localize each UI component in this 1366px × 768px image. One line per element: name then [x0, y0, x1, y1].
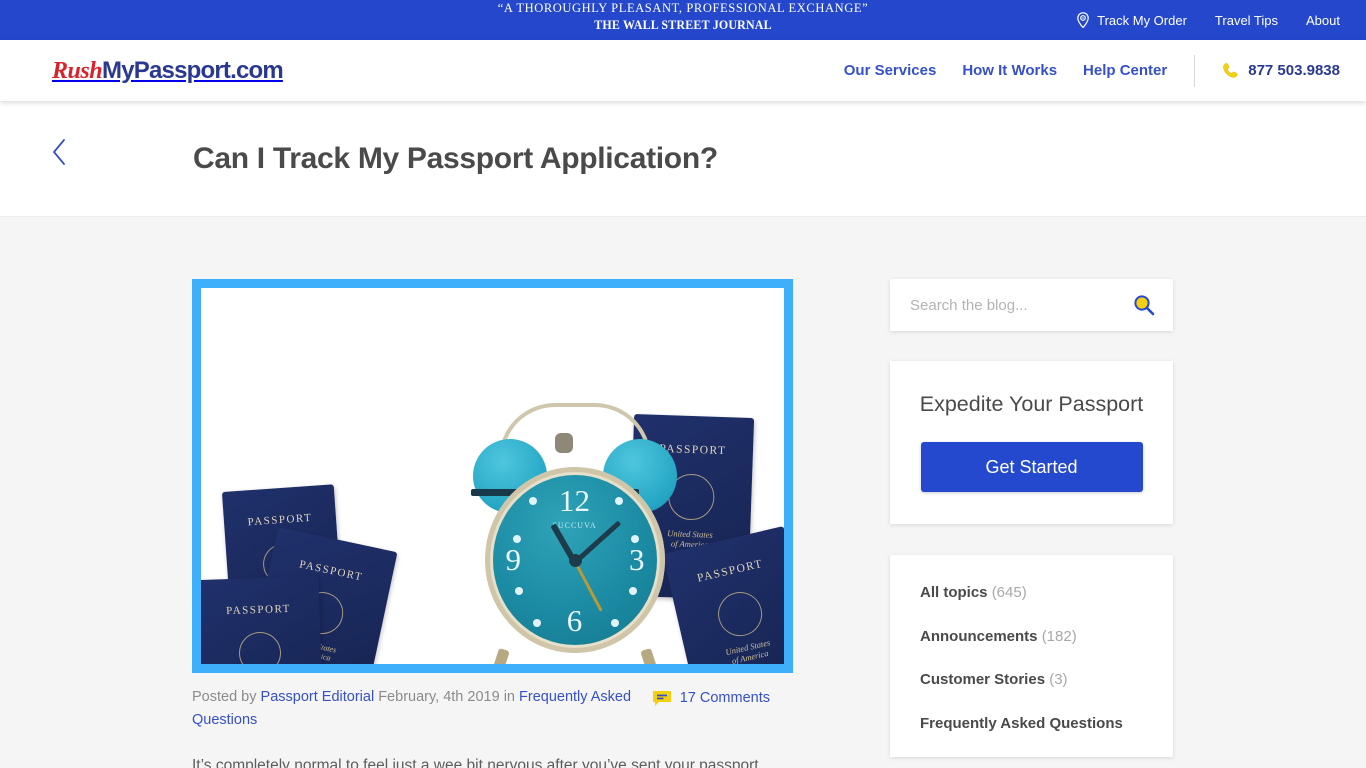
phone-icon — [1221, 62, 1239, 80]
passport-country: United Statesof America — [724, 637, 772, 666]
main-navigation-bar: RushMyPassport.com Our Services How It W… — [0, 40, 1366, 101]
clock-dot — [512, 534, 521, 543]
post-date: February, 4th 2019 — [378, 689, 500, 705]
clock-dot — [514, 586, 523, 595]
topics-card: All topics (645) Announcements (182) Cus… — [890, 555, 1173, 758]
topic-frequently-asked-questions[interactable]: Frequently Asked Questions — [920, 714, 1143, 734]
expedite-cta-card: Expedite Your Passport Get Started — [890, 361, 1173, 525]
phone-number: 877 503.9838 — [1248, 62, 1340, 79]
clock-numeral-9: 9 — [505, 541, 522, 577]
topic-customer-stories[interactable]: Customer Stories (3) — [920, 670, 1143, 690]
topic-label: Frequently Asked Questions — [920, 714, 1123, 732]
promo-banner: “A THOROUGHLY PLEASANT, PROFESSIONAL EXC… — [0, 0, 1366, 40]
topic-count: (645) — [991, 584, 1027, 602]
passport-title: PASSPORT — [225, 602, 292, 618]
passport-seal — [713, 587, 767, 641]
clock-foot-right — [639, 647, 659, 664]
topic-all-topics[interactable]: All topics (645) — [920, 583, 1143, 603]
clock-dot — [614, 496, 623, 505]
cta-title: Expedite Your Passport — [919, 392, 1144, 416]
topic-count: (3) — [1049, 671, 1068, 689]
sidebar: Expedite Your Passport Get Started All t… — [890, 279, 1173, 758]
nav-divider — [1194, 54, 1196, 87]
in-label: in — [503, 689, 515, 705]
page-title-band: Can I Track My Passport Application? — [0, 101, 1366, 217]
posted-by-label: Posted by — [192, 689, 257, 705]
location-pin-icon — [1076, 12, 1090, 29]
nav-track-my-order[interactable]: Track My Order — [1076, 12, 1187, 29]
utility-nav: Track My Order Travel Tips About — [1076, 0, 1340, 40]
site-logo[interactable]: RushMyPassport.com — [52, 56, 284, 84]
primary-nav: Our Services How It Works Help Center 87… — [818, 40, 1340, 101]
topic-count: (182) — [1041, 627, 1077, 645]
back-button[interactable] — [48, 137, 70, 167]
topic-label: All topics — [920, 584, 988, 602]
post-meta: Posted by Passport Editorial February, 4… — [192, 686, 770, 732]
clock-dot — [628, 586, 637, 595]
topic-label: Customer Stories — [920, 671, 1046, 689]
nav-about[interactable]: About — [1306, 13, 1340, 28]
featured-photo: PASSPORT PASSPORT United Statesof Americ… — [201, 288, 784, 664]
article-column: PASSPORT PASSPORT United Statesof Americ… — [192, 279, 793, 768]
clock-numeral-6: 6 — [566, 602, 583, 638]
clock-pivot — [568, 553, 582, 567]
nav-track-my-order-label: Track My Order — [1097, 12, 1187, 28]
passport-seal — [238, 631, 282, 664]
topic-announcements[interactable]: Announcements (182) — [920, 627, 1143, 647]
comment-bubble-icon — [652, 691, 671, 707]
passport-title: PASSPORT — [696, 557, 765, 585]
clock-foot-left — [490, 647, 510, 664]
search-icon[interactable] — [1133, 294, 1155, 316]
clock-dot — [610, 618, 619, 627]
blog-search-card — [890, 279, 1173, 331]
clock-dot — [532, 618, 541, 627]
clock-numeral-3: 3 — [629, 541, 645, 577]
comments-link[interactable]: 17 Comments — [652, 687, 770, 710]
passport-title: PASSPORT — [247, 511, 313, 529]
nav-how-it-works[interactable]: How It Works — [962, 62, 1057, 79]
logo-mypassport-text: MyPassport.com — [102, 56, 284, 84]
clock-knob — [554, 432, 573, 453]
get-started-button[interactable]: Get Started — [920, 442, 1143, 493]
search-input[interactable] — [910, 296, 1133, 314]
phone-link[interactable]: 877 503.9838 — [1221, 62, 1340, 80]
clock-face: 12 3 6 9 SUCCUVA — [492, 474, 657, 645]
featured-image: PASSPORT PASSPORT United Statesof Americ… — [192, 279, 793, 673]
article-body-text: It’s completely normal to feel just a we… — [192, 757, 759, 768]
nav-help-center[interactable]: Help Center — [1083, 62, 1167, 79]
clock-case: 12 3 6 9 SUCCUVA — [484, 466, 665, 664]
clock-numeral-12: 12 — [559, 482, 590, 518]
post-author-link[interactable]: Passport Editorial — [261, 689, 375, 705]
page-title: Can I Track My Passport Application? — [193, 141, 718, 175]
logo-rush-text: Rush — [52, 57, 103, 84]
comments-count-label: 17 Comments — [679, 690, 770, 706]
topic-label: Announcements — [920, 627, 1038, 645]
clock-dot — [528, 496, 537, 505]
nav-our-services[interactable]: Our Services — [844, 62, 937, 79]
content-area: PASSPORT PASSPORT United Statesof Americ… — [0, 217, 1366, 768]
nav-travel-tips[interactable]: Travel Tips — [1215, 13, 1278, 28]
passport-graphic: PASSPORT — [201, 575, 324, 664]
clock-dot — [630, 534, 639, 543]
